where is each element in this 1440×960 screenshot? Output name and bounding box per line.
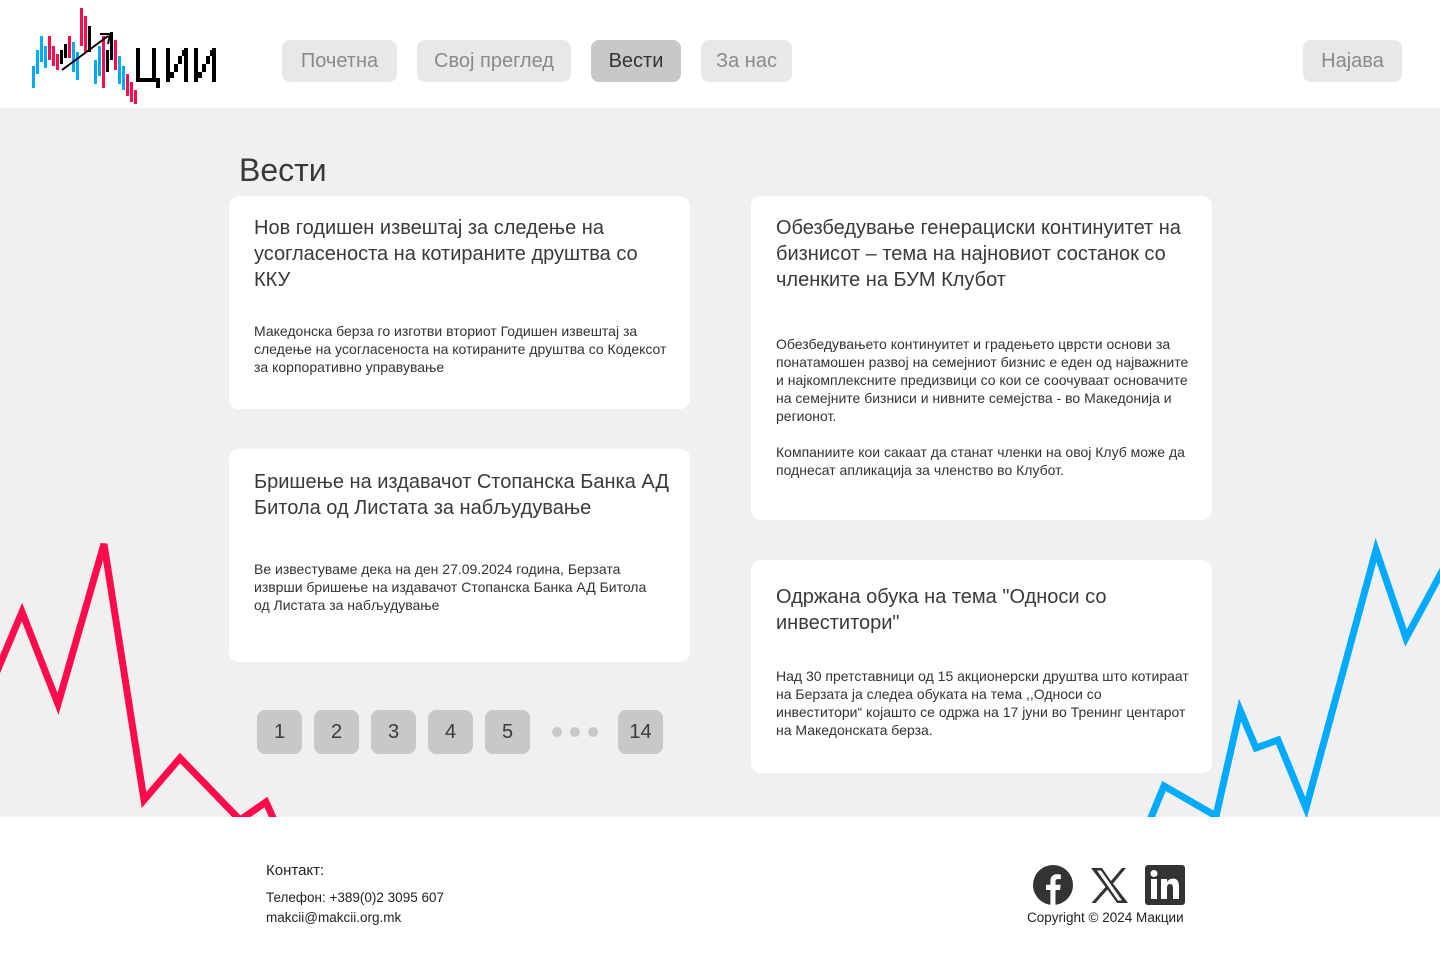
- decorative-chart-lines: [0, 538, 1440, 817]
- pagination-ellipsis-icon: [552, 727, 598, 737]
- news-card-title[interactable]: Нов годишен извештај за следење на усогл…: [254, 215, 674, 293]
- news-card-summary: Ве известуваме дека на ден 27.09.2024 го…: [254, 561, 647, 613]
- news-card-summary: Македонска берза го изготви вториот Годи…: [254, 323, 667, 375]
- page-button-5[interactable]: 5: [485, 710, 530, 754]
- news-section: Вести Нов годишен извештај за следење на…: [0, 108, 1440, 817]
- contact-phone: Телефон: +389(0)2 3095 607: [266, 890, 444, 905]
- news-card[interactable]: Обезбедување генерациски континуитет на …: [751, 196, 1212, 520]
- nav-news[interactable]: Вести: [591, 40, 681, 82]
- news-card-title[interactable]: Бришење на издавачот Стопанска Банка АД …: [254, 469, 674, 521]
- page-button-1[interactable]: 1: [257, 710, 302, 754]
- news-card[interactable]: Бришење на издавачот Стопанска Банка АД …: [229, 449, 690, 662]
- nav-my-overview[interactable]: Свој преглед: [417, 40, 571, 82]
- nav-about[interactable]: За нас: [701, 40, 792, 82]
- page-button-2[interactable]: 2: [314, 710, 359, 754]
- news-card[interactable]: Нов годишен извештај за следење на усогл…: [229, 196, 690, 409]
- logo[interactable]: [30, 6, 220, 106]
- linkedin-icon[interactable]: [1145, 865, 1185, 905]
- news-card[interactable]: Одржана обука на тема "Односи со инвести…: [751, 560, 1212, 773]
- news-card-summary: Над 30 претставници од 15 акционерски др…: [776, 668, 1189, 738]
- header: Почетна Свој преглед Вести За нас Најава: [0, 0, 1440, 108]
- news-card-title[interactable]: Обезбедување генерациски континуитет на …: [776, 215, 1196, 293]
- page-button-4[interactable]: 4: [428, 710, 473, 754]
- facebook-icon[interactable]: [1033, 865, 1073, 905]
- contact-email[interactable]: makcii@makcii.org.mk: [266, 910, 401, 925]
- footer: Контакт: Телефон: +389(0)2 3095 607 makc…: [0, 817, 1440, 960]
- nav-home[interactable]: Почетна: [282, 40, 397, 82]
- copyright: Copyright © 2024 Макции: [1027, 910, 1184, 925]
- page-button-3[interactable]: 3: [371, 710, 416, 754]
- page-title: Вести: [239, 152, 327, 188]
- news-card-summary: Обезбедувањето континуитет и градењето ц…: [776, 336, 1189, 478]
- news-card-title[interactable]: Одржана обука на тема "Односи со инвести…: [776, 584, 1196, 636]
- page-button-last[interactable]: 14: [618, 710, 663, 754]
- contact-heading: Контакт:: [266, 862, 325, 879]
- x-icon[interactable]: [1089, 865, 1129, 905]
- login-button[interactable]: Најава: [1303, 40, 1402, 82]
